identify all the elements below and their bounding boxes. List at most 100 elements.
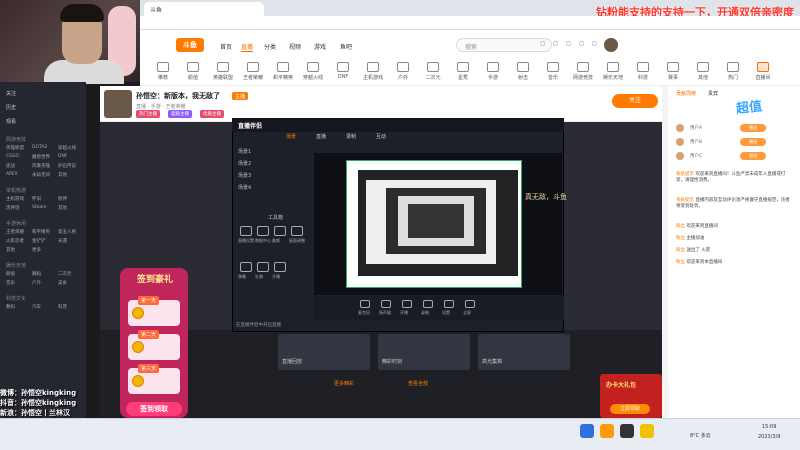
sidebar-item[interactable]: Steam <box>32 205 58 214</box>
site-logo[interactable]: 斗鱼 <box>176 38 204 52</box>
rank-action-button[interactable]: 赠送 <box>740 152 766 160</box>
nav-game[interactable]: 游戏 <box>314 42 326 51</box>
sidebar-item[interactable]: 其他 <box>58 205 84 214</box>
sidebar-item[interactable]: 科普 <box>58 304 84 313</box>
sidebar-item[interactable]: 户外 <box>32 280 58 289</box>
view-all-link[interactable]: 查看全部 <box>408 380 428 387</box>
inner-nav-scene[interactable]: 场景 <box>286 133 296 140</box>
sidebar-item[interactable]: 风暴英雄 <box>32 163 58 172</box>
follow-button[interactable]: 关注 <box>612 94 658 108</box>
sidebar-item[interactable]: 永劫无间 <box>32 172 58 181</box>
sidebar-item[interactable]: 英雄联盟 <box>6 145 32 154</box>
scene-item[interactable]: 场景1 <box>238 148 251 155</box>
category-item[interactable]: 其他 <box>688 62 718 81</box>
rank-avatar[interactable] <box>676 138 684 146</box>
category-item[interactable]: 英雄联盟 <box>208 62 238 81</box>
category-item[interactable]: 热门 <box>718 62 748 81</box>
category-item[interactable]: 王者荣耀 <box>238 62 268 81</box>
nav-category[interactable]: 分类 <box>264 42 276 51</box>
sidebar-item[interactable]: 逆战 <box>6 163 32 172</box>
category-item[interactable]: 穿越火线 <box>298 62 328 81</box>
sidebar-item[interactable]: 其他 <box>6 247 32 256</box>
sidebar-item[interactable]: 主机游戏 <box>6 196 32 205</box>
category-item[interactable]: 户外 <box>388 62 418 81</box>
sidebar-item[interactable]: 魔兽世界 <box>32 154 58 163</box>
ad-claim-button[interactable]: 立即领取 <box>610 404 650 414</box>
nav-video[interactable]: 视频 <box>289 42 301 51</box>
sidebar-item[interactable]: 炉石传说 <box>58 163 84 172</box>
rank-action-button[interactable]: 赠送 <box>740 138 766 146</box>
clock-time[interactable]: 15:09 <box>762 424 776 430</box>
tool-icon[interactable] <box>274 226 286 236</box>
weather-indicator[interactable]: 8°C 多云 <box>690 432 711 439</box>
control-icon[interactable] <box>360 300 370 308</box>
sidebar-item[interactable]: 舞蹈 <box>32 271 58 280</box>
nav-live[interactable]: 直播 <box>241 42 254 52</box>
sidebar-item[interactable]: 原神 <box>58 196 84 205</box>
rank-avatar[interactable] <box>676 124 684 132</box>
category-item[interactable]: 射击 <box>508 62 538 81</box>
tool-icon[interactable] <box>274 262 286 272</box>
control-icon[interactable] <box>423 300 433 308</box>
sidebar-item[interactable]: 更多 <box>32 247 58 256</box>
sidebar-item[interactable]: 金铲铲 <box>32 238 58 247</box>
category-item[interactable]: 科技 <box>628 62 658 81</box>
sidebar-item[interactable]: 第五人格 <box>58 229 84 238</box>
scene-item[interactable]: 场景3 <box>238 172 251 179</box>
address-bar[interactable] <box>140 16 800 30</box>
nav-fishbar[interactable]: 鱼吧 <box>340 42 352 51</box>
inner-nav-live[interactable]: 直播 <box>316 133 326 140</box>
sidebar-item[interactable]: 光遇 <box>58 238 84 247</box>
category-item[interactable]: 娱乐天地 <box>598 62 628 81</box>
category-item[interactable]: DNF <box>328 62 358 80</box>
inner-nav-record[interactable]: 录制 <box>346 133 356 140</box>
sidebar-item[interactable]: 美食 <box>58 280 84 289</box>
user-avatar[interactable] <box>604 38 618 52</box>
sidebar-item-follow[interactable]: 关注 <box>6 90 16 97</box>
category-item[interactable]: 二次元 <box>418 62 448 81</box>
app-icon[interactable] <box>620 424 634 438</box>
sidebar-item[interactable]: 王者荣耀 <box>6 229 32 238</box>
streamer-avatar[interactable] <box>104 90 132 118</box>
nav-home[interactable]: 首页 <box>220 42 232 51</box>
rank-action-button[interactable]: 赠送 <box>740 124 766 132</box>
category-item[interactable]: 主机游戏 <box>358 62 388 81</box>
browser-icon[interactable] <box>600 424 614 438</box>
rank-avatar[interactable] <box>676 152 684 160</box>
start-icon[interactable] <box>580 424 594 438</box>
sidebar-item-watch[interactable]: 观看 <box>6 118 16 125</box>
tool-icon[interactable] <box>291 226 303 236</box>
sidebar-item[interactable]: 火影忍者 <box>6 238 32 247</box>
category-item[interactable]: 和平精英 <box>268 62 298 81</box>
category-item[interactable]: 音乐 <box>538 62 568 81</box>
sidebar-item[interactable]: 颜值 <box>6 271 32 280</box>
sidebar-item-history[interactable]: 历史 <box>6 104 16 111</box>
sidebar-item[interactable]: DOTA2 <box>32 145 58 154</box>
category-item[interactable]: 手游 <box>478 62 508 81</box>
chat-user[interactable]: 粉丝 <box>676 236 685 241</box>
tab-vip[interactable]: 贵宾 <box>708 90 718 97</box>
category-item[interactable]: 星秀 <box>448 62 478 81</box>
control-icon[interactable] <box>381 300 391 308</box>
scene-item[interactable]: 场景2 <box>238 160 251 167</box>
chat-user[interactable]: 粉丝 <box>676 224 685 229</box>
category-item[interactable]: 颜值 <box>178 62 208 81</box>
sidebar-item[interactable]: 黑神话 <box>6 205 32 214</box>
browser-tab[interactable]: 斗鱼 <box>144 2 264 16</box>
signin-claim-button[interactable]: 签到领取 <box>126 402 182 416</box>
sidebar-item[interactable]: 其他 <box>58 172 84 181</box>
sidebar-item[interactable]: 汽车 <box>32 304 58 313</box>
sidebar-item[interactable]: 二次元 <box>58 271 84 280</box>
tool-icon[interactable] <box>257 226 269 236</box>
tool-icon[interactable] <box>240 262 252 272</box>
tool-icon[interactable] <box>240 226 252 236</box>
sidebar-item[interactable]: 怀旧 <box>32 196 58 205</box>
sidebar-item[interactable]: CSGO <box>6 154 32 163</box>
chat-user[interactable]: 粉丝 <box>676 260 685 265</box>
chat-user[interactable]: 系统提示 <box>676 198 694 203</box>
sidebar-item[interactable]: 数码 <box>6 304 32 313</box>
sidebar-item[interactable]: 穿越火线 <box>58 145 84 154</box>
search-input[interactable]: 搜索 <box>456 38 552 52</box>
sidebar-item[interactable]: APEX <box>6 172 32 181</box>
sidebar-item[interactable]: 音乐 <box>6 280 32 289</box>
